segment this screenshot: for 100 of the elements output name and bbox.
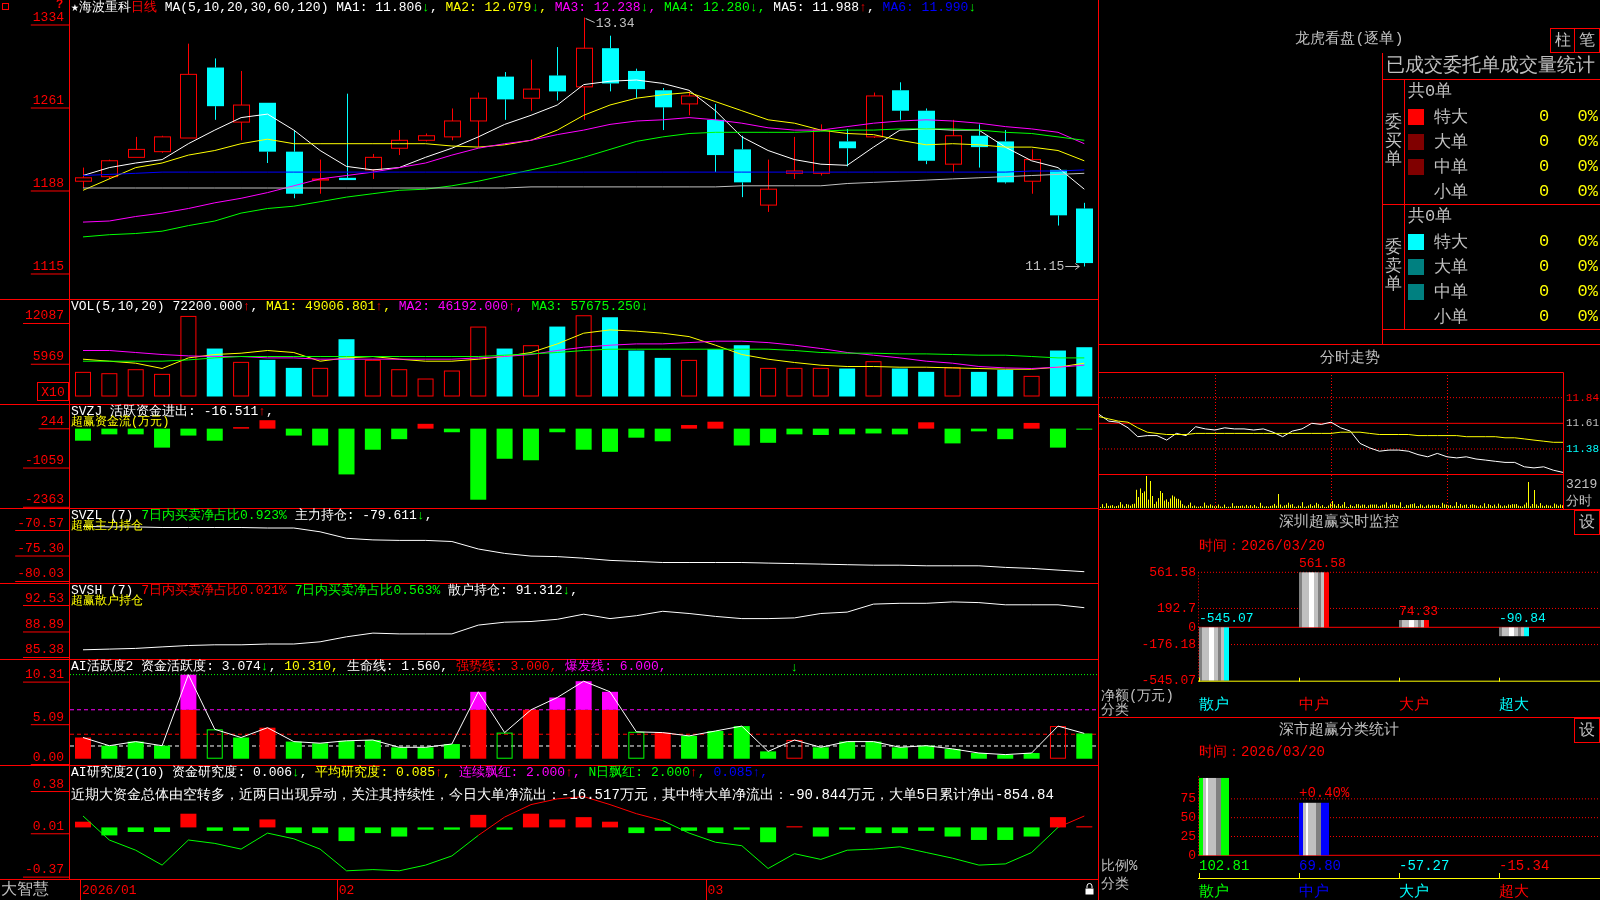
candle [655,87,672,131]
volume-bar [891,368,908,397]
flow-bar [628,428,645,438]
axis-title: 分类 [1101,702,1129,717]
flow-bar [75,428,91,441]
order-percent: 0% [1577,257,1598,276]
research-bar [470,814,487,828]
category-label: 散户 [1199,883,1229,900]
data-label: 69.80 [1299,858,1341,874]
volume-bar [259,359,276,397]
timestamp: 时间：2026/03/20 [1199,538,1325,554]
axis-label: 92.53 [25,590,64,606]
order-count: 0 [1538,132,1550,151]
volume-bar [443,370,460,397]
axis-label: 561.58 [1149,564,1196,580]
data-label: -15.34 [1499,858,1550,874]
order-count: 0 [1538,182,1550,201]
annotation: 11.15 [1025,258,1065,274]
volume-bar [733,345,750,397]
volume-bar [127,369,144,397]
square-icon [2,3,9,10]
candle [523,59,540,112]
volume-bar [470,326,487,397]
lock-icon [1085,883,1094,895]
candle [760,159,777,213]
candle [707,103,724,173]
order-size-label: 小单 [1434,307,1468,328]
settings-button[interactable]: 设 [1574,718,1600,743]
research-bar [602,821,618,828]
candle [602,35,619,92]
candle [207,57,224,121]
flow-bar [865,428,882,434]
volume-bar [997,369,1014,397]
order-size-label: 大单 [1434,132,1468,153]
flow-bar [707,421,724,429]
research-bar [760,827,777,843]
research-bar [1049,817,1066,828]
chart-mode-button[interactable]: 笔 [1575,28,1600,53]
axis-label: -0.37 [25,862,64,878]
research-bar [918,827,935,831]
table-title: 已成交委托单成交量统计 [1383,53,1600,80]
indicator-legend: AI研究度2(10) 资金研究度: 0.006↓, 平均研究度: 0.085↑, 连续飘红: 2.000↑, N日飘红: 2.000↑, 0.085↑, [71,766,769,779]
flow-bar [839,428,856,435]
settings-button[interactable]: 设 [1574,510,1600,535]
flow-bar [575,428,592,450]
axis-label: 75 [1180,791,1196,807]
flow-bar [443,428,460,433]
volume-bar [522,345,539,397]
volume-bar [1049,350,1066,397]
axis-label: 50 [1180,810,1196,826]
price-annotation: 13.34 [585,16,635,31]
order-total: 共0单 [1408,81,1453,103]
candle [1024,148,1041,195]
chart-bar [1299,572,1329,628]
order-percent: 0% [1577,182,1598,201]
chart-bar [1299,802,1329,856]
research-bar [75,821,91,828]
axis-label: 11.84 [1566,391,1599,404]
volume-bar [549,326,566,397]
activity-bar [1023,753,1040,759]
chart-bar [1399,620,1429,628]
flow-bar [364,428,381,450]
research-bar [681,827,698,831]
candle [734,135,751,198]
axis-label: -176.18 [1141,637,1196,653]
research-bar [233,827,250,831]
chart-mode-button[interactable]: 柱 [1550,28,1575,53]
volume-bar [496,348,513,397]
price-annotation: 11.15 [1025,259,1080,274]
flow-bar [417,423,434,429]
volume-bar [918,371,935,397]
candle [892,81,909,121]
volume-bar [338,339,355,397]
section-label: 委卖单 [1385,238,1402,296]
axis-label: -2363 [25,492,64,508]
category-label: 超大 [1499,696,1529,714]
help-mark[interactable]: ? [56,0,64,12]
category-label: 中户 [1299,696,1329,714]
flow-bar [154,428,171,448]
flow-bar [1023,422,1040,429]
research-bar [496,827,513,830]
candle [549,46,566,101]
order-percent: 0% [1577,157,1598,176]
research-bar [443,827,460,830]
order-size-label: 中单 [1434,157,1468,178]
flow-bar [259,420,276,429]
axis-label: 25 [1180,829,1196,844]
volume-bar [101,373,118,397]
research-bar [865,827,882,834]
candle [154,135,171,154]
order-count: 0 [1538,282,1550,301]
research-bar [654,827,671,831]
axis-title: 分类 [1101,876,1129,892]
flow-bar [733,428,750,446]
flow-bar [970,428,987,432]
volume-bar [312,367,329,397]
research-bar [707,827,724,834]
activity-bar [891,747,908,759]
flow-bar [1049,428,1066,448]
data-label: 74.33 [1399,603,1438,619]
